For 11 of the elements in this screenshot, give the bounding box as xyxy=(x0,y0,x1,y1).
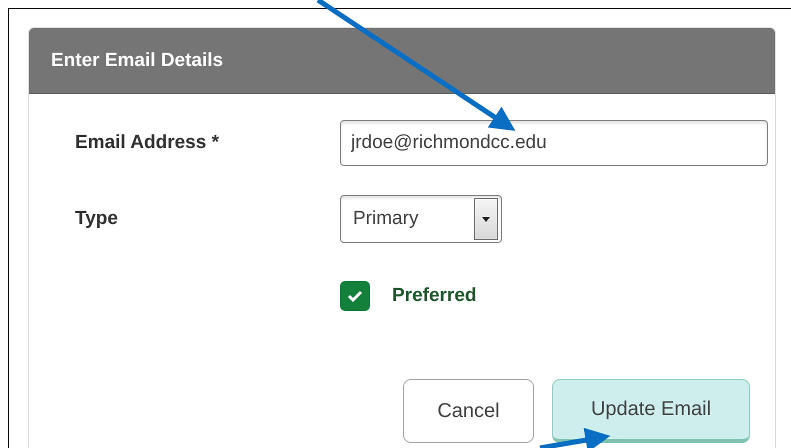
dialog-title: Enter Email Details xyxy=(51,50,224,72)
field-label: Type xyxy=(75,208,119,230)
checkmark-icon xyxy=(347,290,363,302)
caret-icon xyxy=(482,216,490,222)
field-label: Email Address * xyxy=(75,132,220,154)
checkbox-label: Preferred xyxy=(392,285,476,307)
cancel-button[interactable]: Cancel xyxy=(403,379,534,443)
annotation-arrow xyxy=(540,428,610,448)
update-button[interactable]: Update Email xyxy=(552,379,750,443)
type-dropdown[interactable]: Primary xyxy=(340,195,502,243)
preferred-checkbox[interactable] xyxy=(340,281,370,311)
